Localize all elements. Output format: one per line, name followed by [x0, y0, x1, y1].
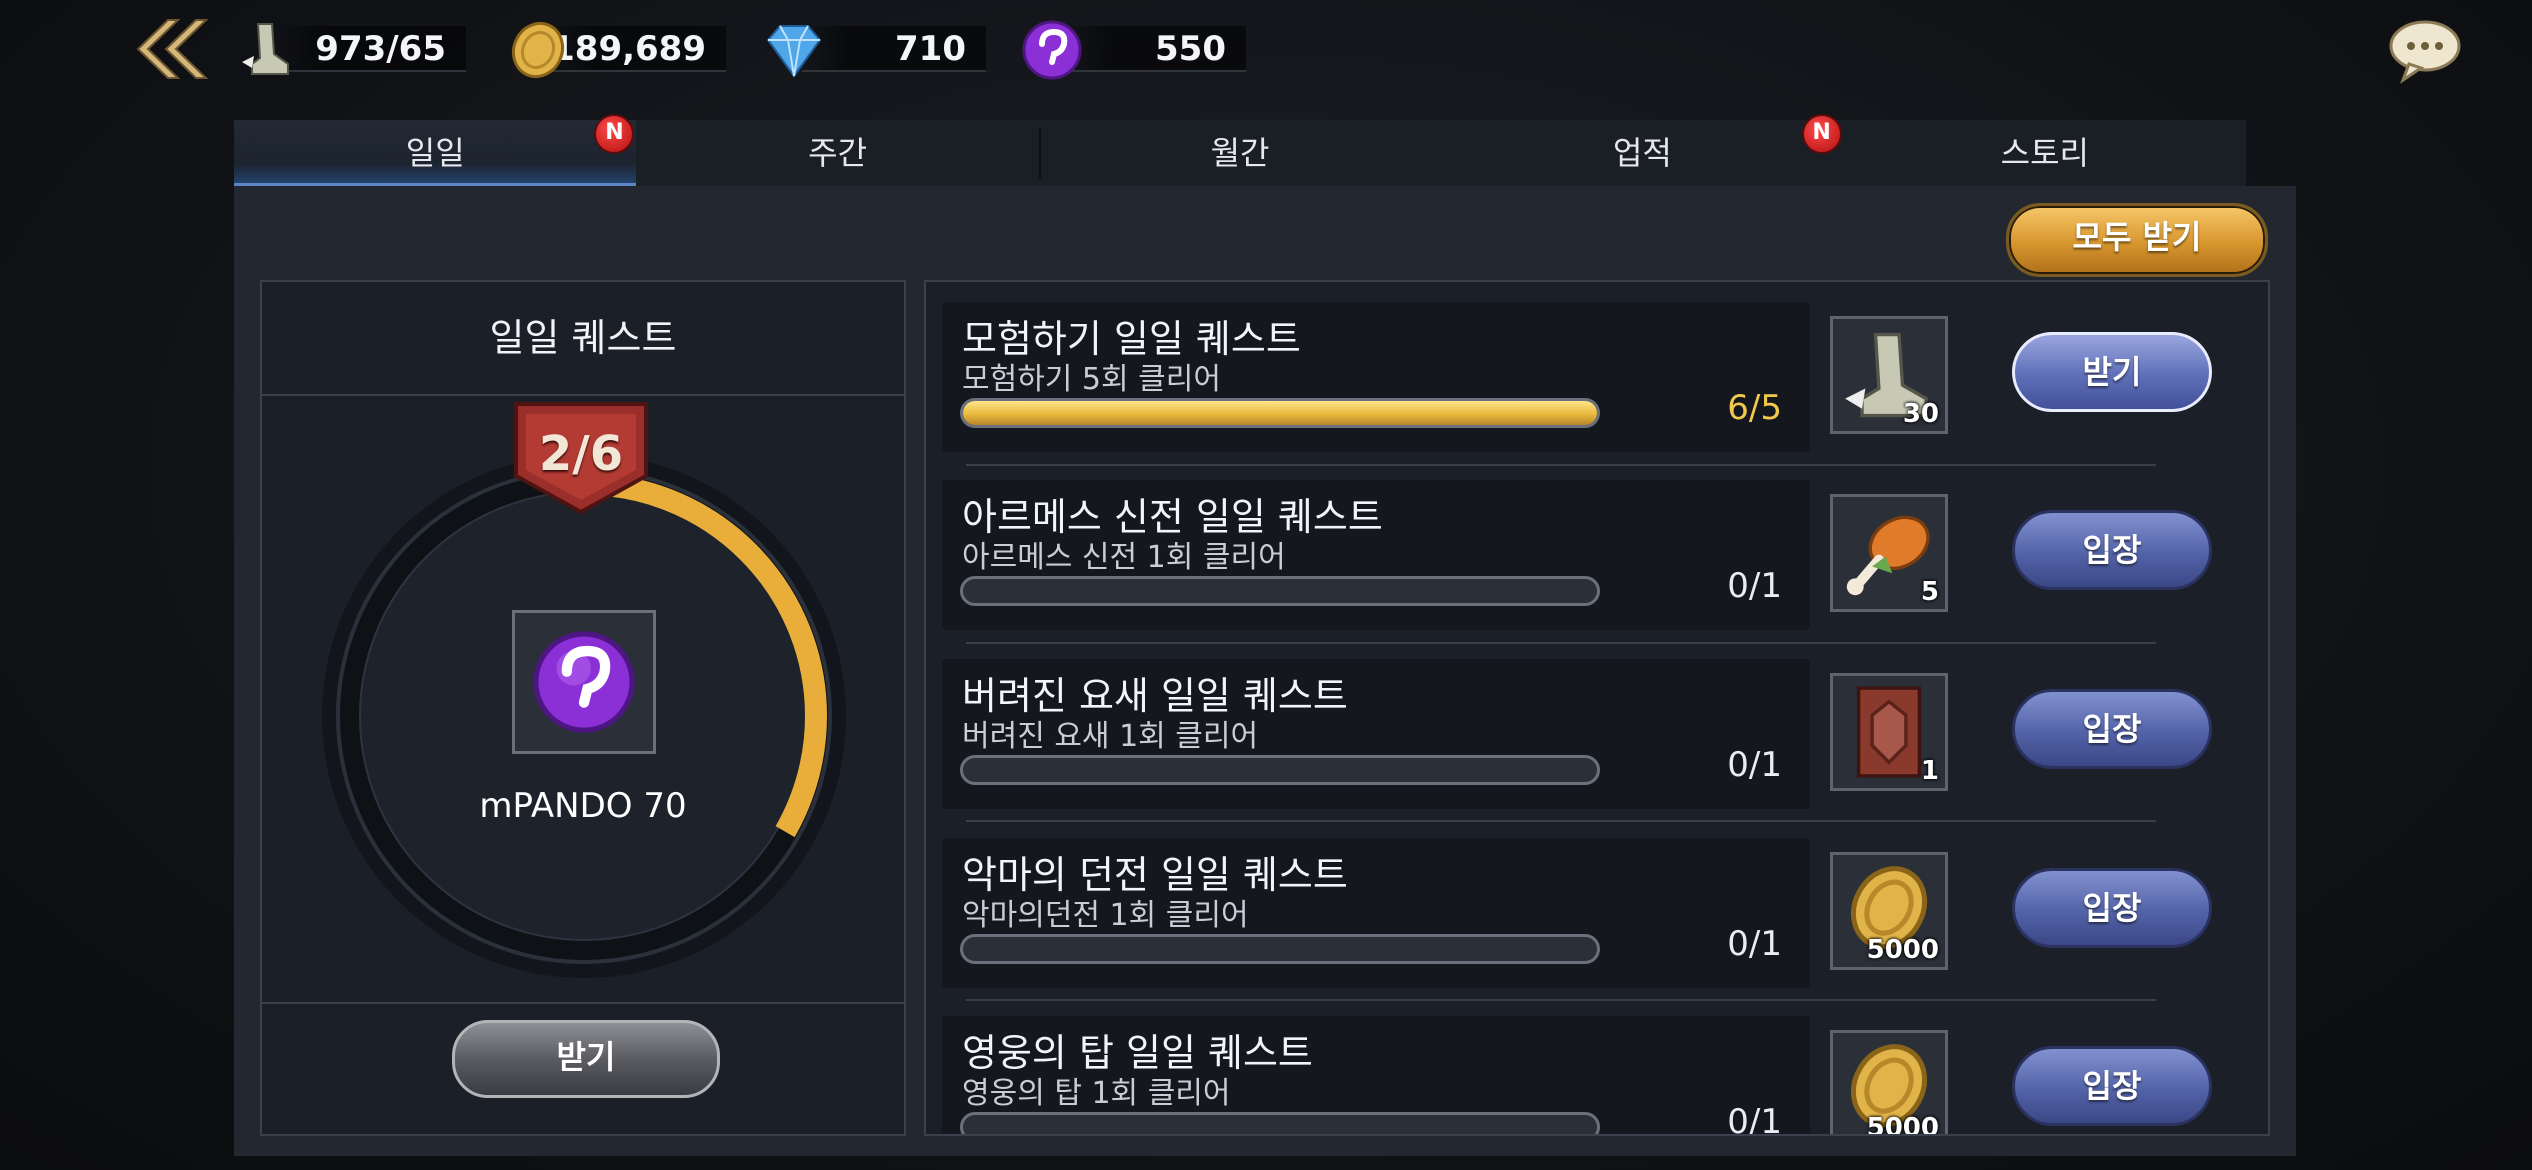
- chat-button[interactable]: [2385, 16, 2465, 86]
- tab-monthly[interactable]: 월간: [1038, 120, 1441, 186]
- daily-reward-slot[interactable]: [512, 610, 656, 754]
- reward-count: 1: [1920, 756, 1939, 786]
- tab-divider: [1038, 128, 1041, 178]
- tab-story[interactable]: 스토리: [1844, 120, 2246, 186]
- resource-gold: 189,689: [506, 22, 726, 78]
- quest-enter-button[interactable]: 입장: [2012, 868, 2212, 948]
- quest-progress-text: 0/1: [1727, 1102, 1782, 1136]
- reward-count: 5000: [1866, 935, 1939, 965]
- resource-stamina: 973/65: [236, 22, 466, 75]
- pando-icon: [1022, 20, 1082, 80]
- back-button[interactable]: [130, 14, 210, 84]
- quest-row: 영웅의 탑 일일 퀘스트 영웅의 탑 1회 클리어 0/1 5000 입장: [942, 1016, 2252, 1136]
- reward-slot[interactable]: 5000: [1830, 1030, 1948, 1136]
- quest-info: 악마의 던전 일일 퀘스트 악마의던전 1회 클리어 0/1: [942, 838, 1810, 988]
- reward-slot[interactable]: 30: [1830, 316, 1948, 434]
- quest-subtitle: 버려진 요새 1회 클리어: [962, 719, 1259, 754]
- quest-list: 모험하기 일일 퀘스트 모험하기 5회 클리어 6/5 30 받기 아르메스 신…: [924, 280, 2270, 1136]
- tab-label: 주간: [808, 134, 868, 172]
- tab-label: 스토리: [2000, 134, 2089, 172]
- quest-progress-bar: [960, 934, 1600, 964]
- daily-claim-area: 받기: [262, 1002, 904, 1134]
- quest-progress-bar: [960, 576, 1600, 606]
- reward-slot[interactable]: 5: [1830, 494, 1948, 612]
- quest-row: 악마의 던전 일일 퀘스트 악마의던전 1회 클리어 0/1 5000 입장: [942, 838, 2252, 988]
- quest-progress-bar: [960, 398, 1600, 428]
- daily-reward-label: mPANDO 70: [479, 786, 687, 826]
- tab-weekly[interactable]: 주간: [636, 120, 1038, 186]
- stage-badge: 2/6: [512, 400, 650, 516]
- daily-reward-box: 일일 퀘스트 2/6 mPANDO 70 받기: [260, 280, 906, 1136]
- tab-label: 업적: [1612, 134, 1672, 172]
- diamond-icon: [766, 25, 822, 78]
- quest-info: 영웅의 탑 일일 퀘스트 영웅의 탑 1회 클리어 0/1: [942, 1016, 1810, 1136]
- quest-subtitle: 악마의던전 1회 클리어: [962, 898, 1249, 933]
- reward-slot[interactable]: 5000: [1830, 852, 1948, 970]
- tab-daily[interactable]: 일일 N: [234, 114, 637, 186]
- quest-tabs: 일일 N 주간 월간 업적 N 스토리: [234, 114, 2246, 186]
- double-chevron-left-icon: [136, 19, 209, 79]
- new-badge: N: [594, 114, 635, 154]
- quest-progress-bar: [960, 1112, 1600, 1134]
- daily-quest-title: 일일 퀘스트: [262, 282, 904, 396]
- progress-fill: [963, 401, 1597, 425]
- pando-icon: [533, 631, 635, 733]
- quest-info: 버려진 요새 일일 퀘스트 버려진 요새 1회 클리어 0/1: [942, 659, 1810, 809]
- tab-achievement[interactable]: 업적 N: [1441, 114, 1843, 186]
- quest-progress-text: 6/5: [1727, 388, 1782, 428]
- quest-subtitle: 아르메스 신전 1회 클리어: [962, 540, 1286, 575]
- winged-boot-icon: [242, 23, 289, 75]
- quest-progress-text: 0/1: [1727, 924, 1782, 964]
- tab-label: 월간: [1210, 134, 1270, 172]
- quest-progress-text: 0/1: [1727, 745, 1782, 785]
- reward-count: 5000: [1866, 1113, 1939, 1136]
- tab-label: 일일: [405, 134, 465, 172]
- resource-diamond: 710: [762, 22, 986, 78]
- new-badge: N: [1801, 114, 1842, 154]
- row-divider: [966, 820, 2156, 822]
- row-divider: [966, 642, 2156, 644]
- quest-enter-button[interactable]: 입장: [2012, 510, 2212, 590]
- quest-subtitle: 영웅의 탑 1회 클리어: [962, 1076, 1231, 1111]
- reward-slot[interactable]: 1: [1830, 673, 1948, 791]
- quest-info: 모험하기 일일 퀘스트 모험하기 5회 클리어 6/5: [942, 302, 1810, 452]
- reward-count: 5: [1920, 577, 1939, 607]
- quest-row: 모험하기 일일 퀘스트 모험하기 5회 클리어 6/5 30 받기: [942, 302, 2252, 452]
- quest-progress-bar: [960, 755, 1600, 785]
- row-divider: [966, 464, 2156, 466]
- stamina-value: 973/65: [276, 26, 466, 72]
- claim-all-button[interactable]: 모두 받기: [2006, 203, 2268, 277]
- reward-count: 30: [1902, 399, 1939, 429]
- gold-value: 189,689: [546, 26, 726, 72]
- chat-bubble-icon: [2389, 20, 2461, 84]
- quest-info: 아르메스 신전 일일 퀘스트 아르메스 신전 1회 클리어 0/1: [942, 480, 1810, 630]
- quest-row: 아르메스 신전 일일 퀘스트 아르메스 신전 1회 클리어 0/1 5 입장: [942, 480, 2252, 630]
- row-divider: [966, 999, 2156, 1001]
- pando-value: 550: [1060, 26, 1246, 72]
- daily-claim-button[interactable]: 받기: [452, 1020, 720, 1098]
- gold-coin-icon: [511, 22, 565, 78]
- stage-text: 2/6: [538, 426, 624, 482]
- quest-enter-button[interactable]: 입장: [2012, 1046, 2212, 1126]
- quest-progress-text: 0/1: [1727, 566, 1782, 606]
- quest-claim-button[interactable]: 받기: [2012, 332, 2212, 412]
- resource-pando: 550: [1020, 20, 1246, 80]
- quest-subtitle: 모험하기 5회 클리어: [962, 362, 1221, 397]
- quest-row: 버려진 요새 일일 퀘스트 버려진 요새 1회 클리어 0/1 1 입장: [942, 659, 2252, 809]
- diamond-value: 710: [802, 26, 986, 72]
- quest-enter-button[interactable]: 입장: [2012, 689, 2212, 769]
